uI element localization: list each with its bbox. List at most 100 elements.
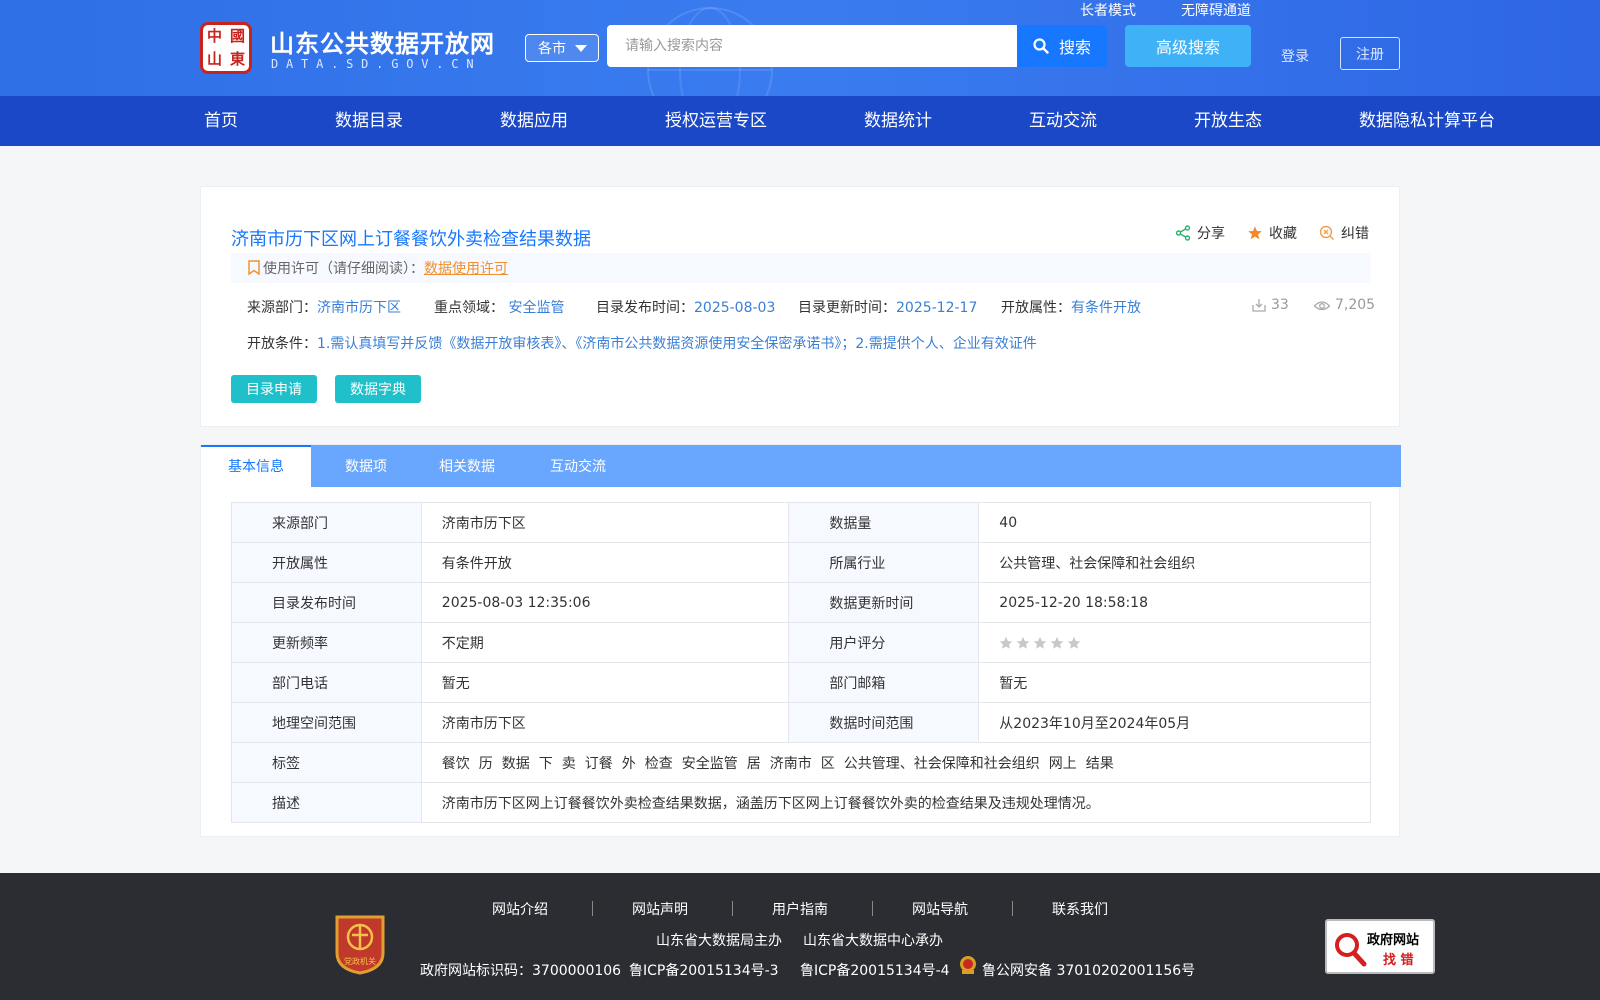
license-link[interactable]: 数据使用许可 — [424, 258, 508, 278]
city-select[interactable]: 各市 — [525, 34, 599, 62]
star-icon — [1248, 226, 1262, 240]
report-error-button[interactable]: 纠错 — [1319, 223, 1369, 243]
site-title[interactable]: 山东公共数据开放网 — [270, 24, 495, 59]
table-row: 地理空间范围 济南市历下区 数据时间范围 从2023年10月至2024年05月 — [231, 702, 1371, 743]
party-gov-agency-badge-icon[interactable]: 党政机关 — [333, 913, 387, 975]
nav-item-interaction[interactable]: 互动交流 — [1029, 96, 1097, 146]
footer-link-contact[interactable]: 联系我们 — [1052, 899, 1108, 919]
footer-gov-id: 政府网站标识码：3700000106 — [420, 963, 622, 979]
meta-domain-label: 重点领域： — [434, 300, 504, 316]
register-button[interactable]: 注册 — [1340, 37, 1400, 70]
login-link[interactable]: 登录 — [1281, 46, 1309, 66]
nav-item-statistics[interactable]: 数据统计 — [864, 96, 932, 146]
elder-mode-link[interactable]: 长者模式 — [1080, 0, 1136, 20]
footer-icp-1[interactable]: 鲁ICP备20015134号-3 — [629, 960, 779, 980]
meta-update-value: 2025-12-17 — [896, 300, 978, 316]
info-value: 2025-12-20 18:58:18 — [978, 582, 1371, 623]
footer-link-sitemap[interactable]: 网站导航 — [912, 899, 968, 919]
tag-item[interactable]: 公共管理、社会保障和社会组织 — [844, 756, 1040, 772]
eye-icon — [1313, 301, 1331, 311]
nav-item-privacy-computing[interactable]: 数据隐私计算平台 — [1359, 96, 1495, 146]
info-label: 目录发布时间 — [231, 582, 422, 623]
table-row: 更新频率 不定期 用户评分 — [231, 622, 1371, 663]
rating-star-icon[interactable] — [1033, 636, 1047, 650]
data-dictionary-button[interactable]: 数据字典 — [335, 375, 421, 403]
seal-char: 東 — [229, 50, 245, 68]
view-count-value: 7,205 — [1335, 297, 1376, 313]
tag-item[interactable]: 网上 — [1049, 756, 1077, 772]
meta-source-value[interactable]: 济南市历下区 — [317, 300, 401, 316]
search-button[interactable]: 搜索 — [1017, 25, 1107, 67]
tag-item[interactable]: 餐饮 — [442, 756, 470, 772]
view-count: 7,205 — [1313, 297, 1375, 313]
catalog-apply-button[interactable]: 目录申请 — [231, 375, 317, 403]
info-value: 不定期 — [420, 622, 790, 663]
footer-icp-2[interactable]: 鲁ICP备20015134号-4 — [800, 960, 950, 980]
share-button[interactable]: 分享 — [1175, 223, 1225, 243]
tags-list: 餐饮历数据下卖订餐外检查 安全监管居济南市区公共管理、社会保障和社会组织 网上 结果 — [420, 742, 1372, 783]
table-row: 目录发布时间 2025-08-03 12:35:06 数据更新时间 2025-1… — [231, 582, 1371, 623]
meta-source: 来源部门：济南市历下区 — [247, 297, 401, 317]
meta-publish-label: 目录发布时间： — [596, 300, 694, 316]
header-inner: 中 國 山 東 山东公共数据开放网 DATA.SD.GOV.CN 长者模式 无障… — [200, 0, 1400, 96]
footer-police-record[interactable]: 鲁公网安备 37010202001156号 — [982, 960, 1195, 980]
download-count: 33 — [1251, 297, 1289, 313]
rating-star-icon[interactable] — [1067, 636, 1081, 650]
magnifier-icon — [1335, 933, 1367, 967]
rating-star-icon[interactable] — [999, 636, 1013, 650]
logo-seal-icon[interactable]: 中 國 山 東 — [200, 22, 252, 74]
tag-item[interactable]: 检查 — [645, 756, 673, 772]
tag-item[interactable]: 历 — [479, 756, 493, 772]
meta-publish-value: 2025-08-03 — [694, 300, 776, 316]
tab-related-data[interactable]: 相关数据 — [421, 445, 513, 487]
info-value: 40 — [978, 502, 1371, 543]
open-condition-value: 1.需认真填写并反馈《数据开放审核表》、《济南市公共数据资源使用安全保密承诺书》… — [317, 336, 1037, 352]
tag-item[interactable]: 区 — [821, 756, 835, 772]
dataset-detail-panel: 基本信息 数据项 相关数据 互动交流 来源部门 济南市历下区 数据量 40 开放… — [200, 444, 1401, 837]
info-label: 部门邮箱 — [788, 662, 980, 703]
accessibility-link[interactable]: 无障碍通道 — [1181, 0, 1251, 20]
footer-link-about[interactable]: 网站介绍 — [492, 899, 548, 919]
advanced-search-button[interactable]: 高级搜索 — [1125, 25, 1251, 67]
tag-item[interactable]: 安全监管 — [682, 756, 738, 772]
search-input[interactable] — [607, 25, 1017, 67]
favorite-button[interactable]: 收藏 — [1247, 223, 1297, 243]
rating-star-icon[interactable] — [1016, 636, 1030, 650]
tag-item[interactable]: 数据 — [502, 756, 530, 772]
info-value: 从2023年10月至2024年05月 — [978, 702, 1371, 743]
info-label: 数据量 — [788, 502, 980, 543]
info-label: 部门电话 — [231, 662, 422, 703]
description-value: 济南市历下区网上订餐餐饮外卖检查结果数据，涵盖历下区网上订餐餐饮外卖的检查结果及… — [420, 782, 1372, 823]
tab-basic-info[interactable]: 基本信息 — [201, 445, 311, 487]
tag-item[interactable]: 订餐 — [585, 756, 613, 772]
site-subtitle: DATA.SD.GOV.CN — [271, 57, 482, 71]
tab-data-items[interactable]: 数据项 — [311, 445, 421, 487]
info-label: 更新频率 — [231, 622, 422, 663]
gov-site-error-report-badge[interactable]: 政府网站 找 错 — [1325, 919, 1435, 974]
nav-item-apps[interactable]: 数据应用 — [500, 96, 568, 146]
rating-stars[interactable] — [999, 636, 1081, 650]
report-error-label: 纠错 — [1341, 226, 1369, 242]
nav-item-authorized-operation[interactable]: 授权运营专区 — [665, 96, 767, 146]
footer-link-guide[interactable]: 用户指南 — [772, 899, 828, 919]
tag-item[interactable]: 外 — [622, 756, 636, 772]
tag-item[interactable]: 济南市 — [770, 756, 812, 772]
license-prefix: 使用许可（请仔细阅读）： — [263, 261, 424, 277]
basic-info-table: 来源部门 济南市历下区 数据量 40 开放属性 有条件开放 所属行业 公共管理、… — [231, 502, 1372, 823]
tab-interaction[interactable]: 互动交流 — [523, 445, 633, 487]
tag-item[interactable]: 结果 — [1086, 756, 1114, 772]
tag-item[interactable]: 卖 — [562, 756, 576, 772]
info-label: 数据时间范围 — [788, 702, 980, 743]
nav-item-ecosystem[interactable]: 开放生态 — [1194, 96, 1262, 146]
nav-item-catalog[interactable]: 数据目录 — [335, 96, 403, 146]
meta-open-value: 有条件开放 — [1071, 300, 1141, 316]
tag-item[interactable]: 居 — [747, 756, 761, 772]
meta-domain-value[interactable]: 安全监管 — [508, 300, 564, 316]
nav-item-home[interactable]: 首页 — [204, 96, 238, 146]
info-label: 来源部门 — [231, 502, 422, 543]
rating-star-icon[interactable] — [1050, 636, 1064, 650]
tag-item[interactable]: 下 — [539, 756, 553, 772]
footer-sponsor: 山东省大数据局主办 — [656, 933, 782, 949]
info-label: 用户评分 — [788, 622, 980, 663]
footer-link-statement[interactable]: 网站声明 — [632, 899, 688, 919]
